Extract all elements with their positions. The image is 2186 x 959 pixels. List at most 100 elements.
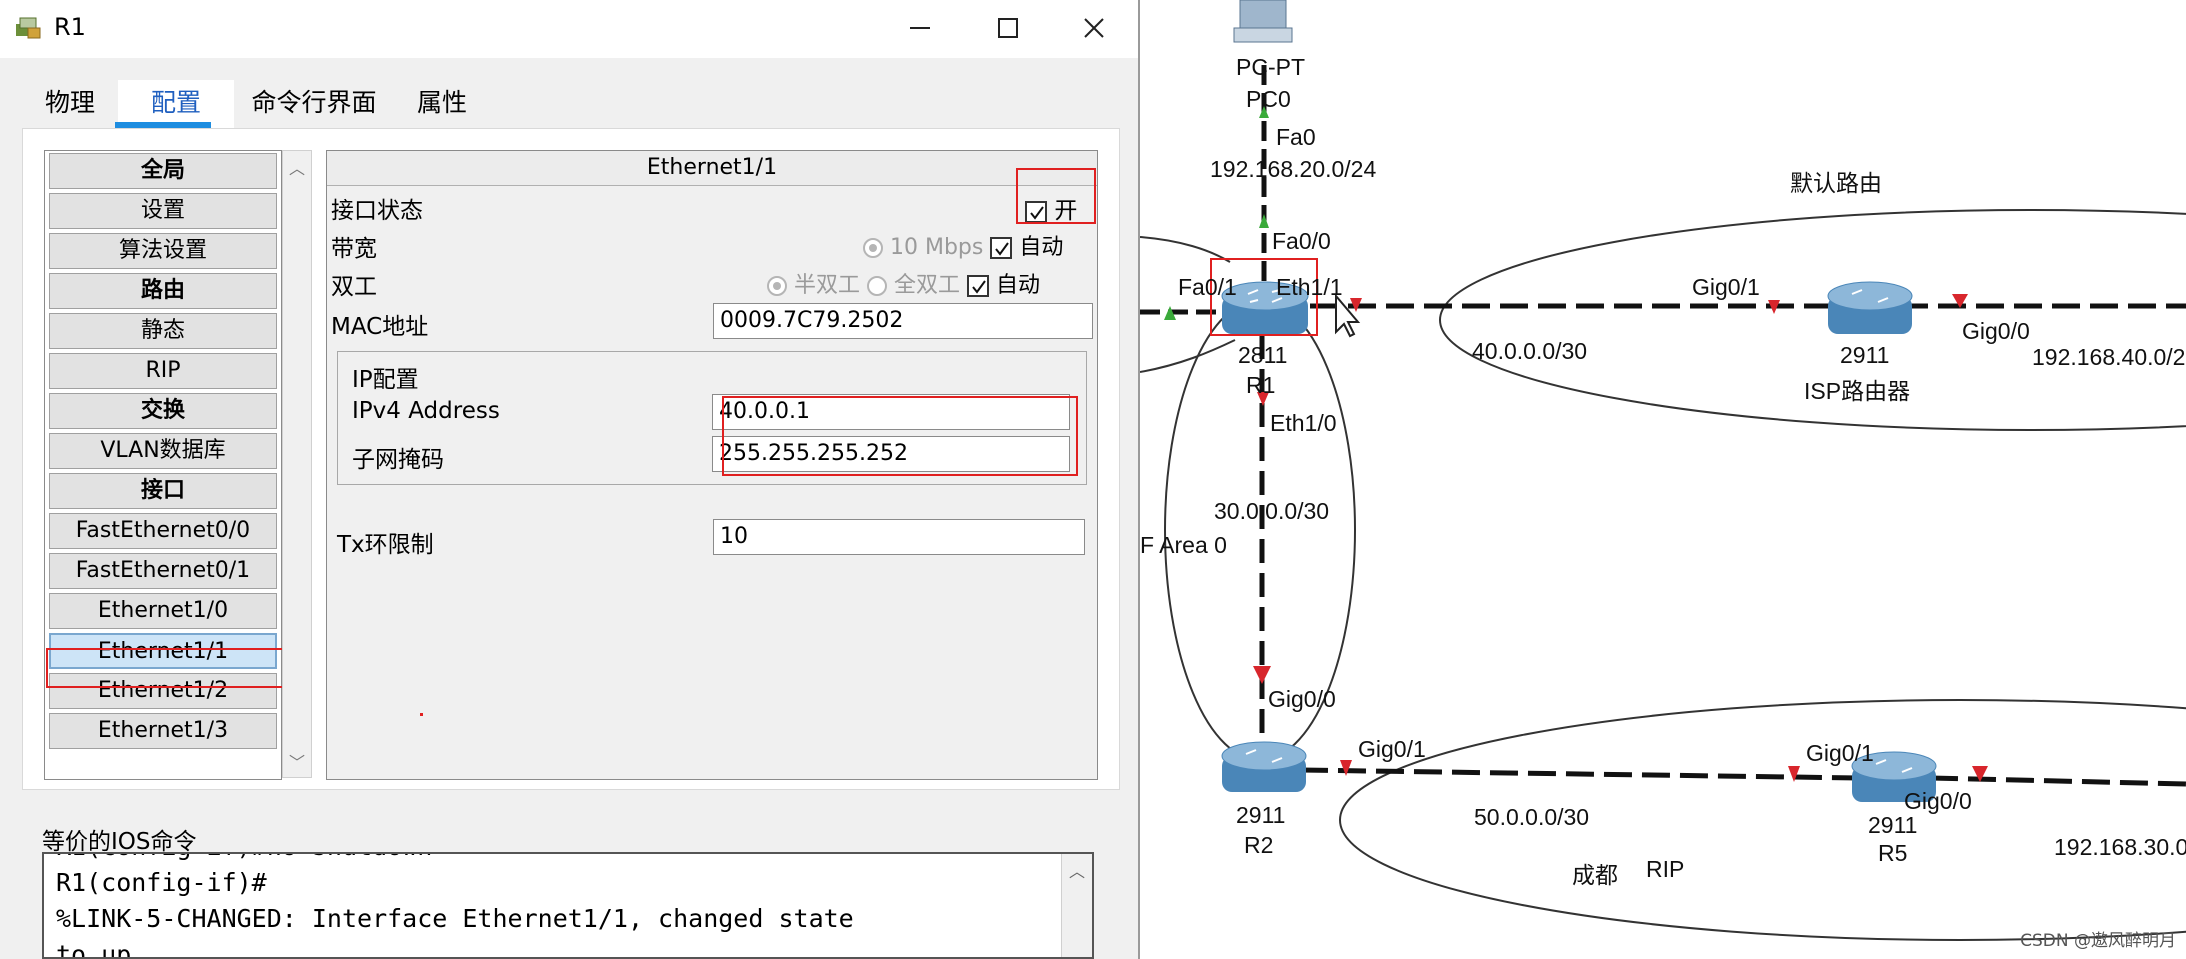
ios-commands-output[interactable]: R1(config-if)#no shutdown R1(config-if)#… [42,852,1094,959]
pc-port-label: Fa0 [1276,124,1316,150]
tx-ring-limit-label: Tx环限制 [337,532,434,558]
tab-config[interactable]: 配置 [118,80,234,128]
port-status-label: 接口状态 [331,198,423,224]
network-50-label: 50.0.0.0/30 [1474,804,1590,830]
highlight-ip-fields [722,396,1078,476]
tab-attributes[interactable]: 属性 [394,80,490,128]
r1-model-label: 2811 [1238,342,1288,368]
ipv4-address-label: IPv4 Address [352,398,500,424]
ios-output-scrollbar[interactable]: ︿ [1061,854,1092,957]
sidebar-item-fastethernet0-1[interactable]: FastEthernet0/1 [49,553,277,589]
r2-gig01-label: Gig0/1 [1358,736,1426,762]
sidebar-header-global[interactable]: 全局 [49,153,277,189]
bandwidth-auto-checkbox[interactable] [990,237,1013,259]
window-title: R1 [54,13,86,41]
r5-model-label: 2911 [1868,812,1918,838]
ip-config-label: IP配置 [352,367,419,393]
link-up-green-marker [1259,214,1269,228]
isp-gig01-label: Gig0/1 [1692,274,1760,300]
stray-red-dot [420,713,423,716]
default-route-label: 默认路由 [1790,170,1882,196]
link-r5-right [1929,775,2186,787]
sidebar-header-switching[interactable]: 交换 [49,393,277,429]
network-topology-canvas: PC-PT PC0 Fa0 192.168.20.0/24 Fa0/0 默认路由… [1140,0,2186,959]
duplex-controls: 半双工 全双工 自动 [767,267,1040,299]
r2-gig00-label: Gig0/0 [1268,686,1336,712]
maximize-button[interactable] [978,6,1038,50]
ios-line: to up [56,940,132,959]
r5-gig01-label: Gig0/1 [1806,740,1874,766]
packet-tracer-app-icon [14,14,44,44]
pc-name-label: PC0 [1246,86,1291,112]
minimize-button[interactable] [890,6,950,50]
r1-name-label: R1 [1246,372,1276,398]
r1-fa01-label: Fa0/1 [1178,274,1237,300]
interface-title: Ethernet1/1 [327,151,1097,186]
duplex-auto-checkbox[interactable] [967,275,990,297]
sidebar-item-algorithm-settings[interactable]: 算法设置 [49,233,277,269]
sidebar-item-ethernet1-3[interactable]: Ethernet1/3 [49,713,277,749]
sidebar-item-fastethernet0-0[interactable]: FastEthernet0/0 [49,513,277,549]
r1-eth11-label: Eth1/1 [1276,274,1343,300]
checkmark-icon [995,242,1010,256]
network-192-168-40-label: 192.168.40.0/2 [2032,344,2186,370]
sidebar-item-rip[interactable]: RIP [49,353,277,389]
scroll-up-icon[interactable]: ︿ [283,155,311,179]
r1-eth10-label: Eth1/0 [1270,410,1337,436]
close-icon [1084,18,1104,38]
r2-name-label: R2 [1244,832,1274,858]
ospf-area-label: F Area 0 [1140,532,1227,558]
sidebar-scrollbar[interactable]: ︿ ﹀ [282,150,312,778]
minimize-icon [910,27,930,29]
duplex-half-label: 半双工 [794,273,861,298]
isp-name-label: ISP路由器 [1804,378,1911,404]
link-red-marker [1253,666,1271,684]
tab-bar: 物理 配置 命令行界面 属性 [22,80,472,130]
network-192-168-20-label: 192.168.20.0/24 [1210,156,1377,182]
bandwidth-label: 带宽 [331,236,377,262]
sidebar-item-ethernet1-0[interactable]: Ethernet1/0 [49,593,277,629]
subnet-mask-label: 子网掩码 [352,447,444,473]
tab-physical[interactable]: 物理 [22,80,118,128]
link-red-marker [1340,760,1352,776]
ios-line: R1(config-if)# [56,868,267,897]
sidebar-item-static[interactable]: 静态 [49,313,277,349]
pc-icon [1233,0,1293,43]
scroll-down-icon[interactable]: ﹀ [283,749,311,773]
router-config-window: R1 物理 配置 命令行界面 属性 全局 设置 算法设置 路由 静态 RIP 交… [0,0,1140,959]
sidebar-item-vlan-database[interactable]: VLAN数据库 [49,433,277,469]
highlight-port-status [1016,168,1096,224]
tx-ring-limit-field[interactable]: 10 [713,519,1085,555]
mac-address-label: MAC地址 [331,314,429,340]
isp-model-label: 2911 [1840,342,1890,368]
sidebar-header-interface[interactable]: 接口 [49,473,277,509]
close-button[interactable] [1064,6,1124,50]
rip-label: RIP [1646,856,1685,882]
duplex-auto-label: 自动 [996,273,1041,298]
checkmark-icon [972,280,986,294]
duplex-full-label: 全双工 [894,273,961,298]
mac-address-field[interactable]: 0009.7C79.2502 [713,303,1093,339]
router-icon-r2 [1221,741,1307,792]
duplex-half-radio [767,276,787,296]
chengdu-label: 成都 [1572,862,1618,888]
r5-gig00-label: Gig0/0 [1904,788,1972,814]
scroll-up-icon[interactable]: ︿ [1062,858,1092,882]
ios-line: R1(config-if)#no shutdown [56,854,432,861]
bandwidth-10mbps-radio [863,238,883,258]
duplex-full-radio [867,276,888,296]
ios-commands-label: 等价的IOS命令 [42,829,197,855]
network-192-168-30-label: 192.168.30.0 [2054,834,2186,860]
duplex-label: 双工 [331,274,377,300]
csdn-watermark: CSDN @遨风醉明月 [2020,931,2176,951]
title-bar: R1 [0,0,1138,58]
tab-cli[interactable]: 命令行界面 [234,80,394,128]
link-r2-r5 [1299,767,1861,781]
network-40-label: 40.0.0.0/30 [1472,338,1588,364]
sidebar-header-routing[interactable]: 路由 [49,273,277,309]
sidebar-item-settings[interactable]: 设置 [49,193,277,229]
r1-fa00-label: Fa0/0 [1272,228,1331,254]
rip-area-ellipse [1339,699,2186,941]
isp-gig00-label: Gig0/0 [1962,318,2030,344]
pc-type-label: PC-PT [1236,54,1305,80]
